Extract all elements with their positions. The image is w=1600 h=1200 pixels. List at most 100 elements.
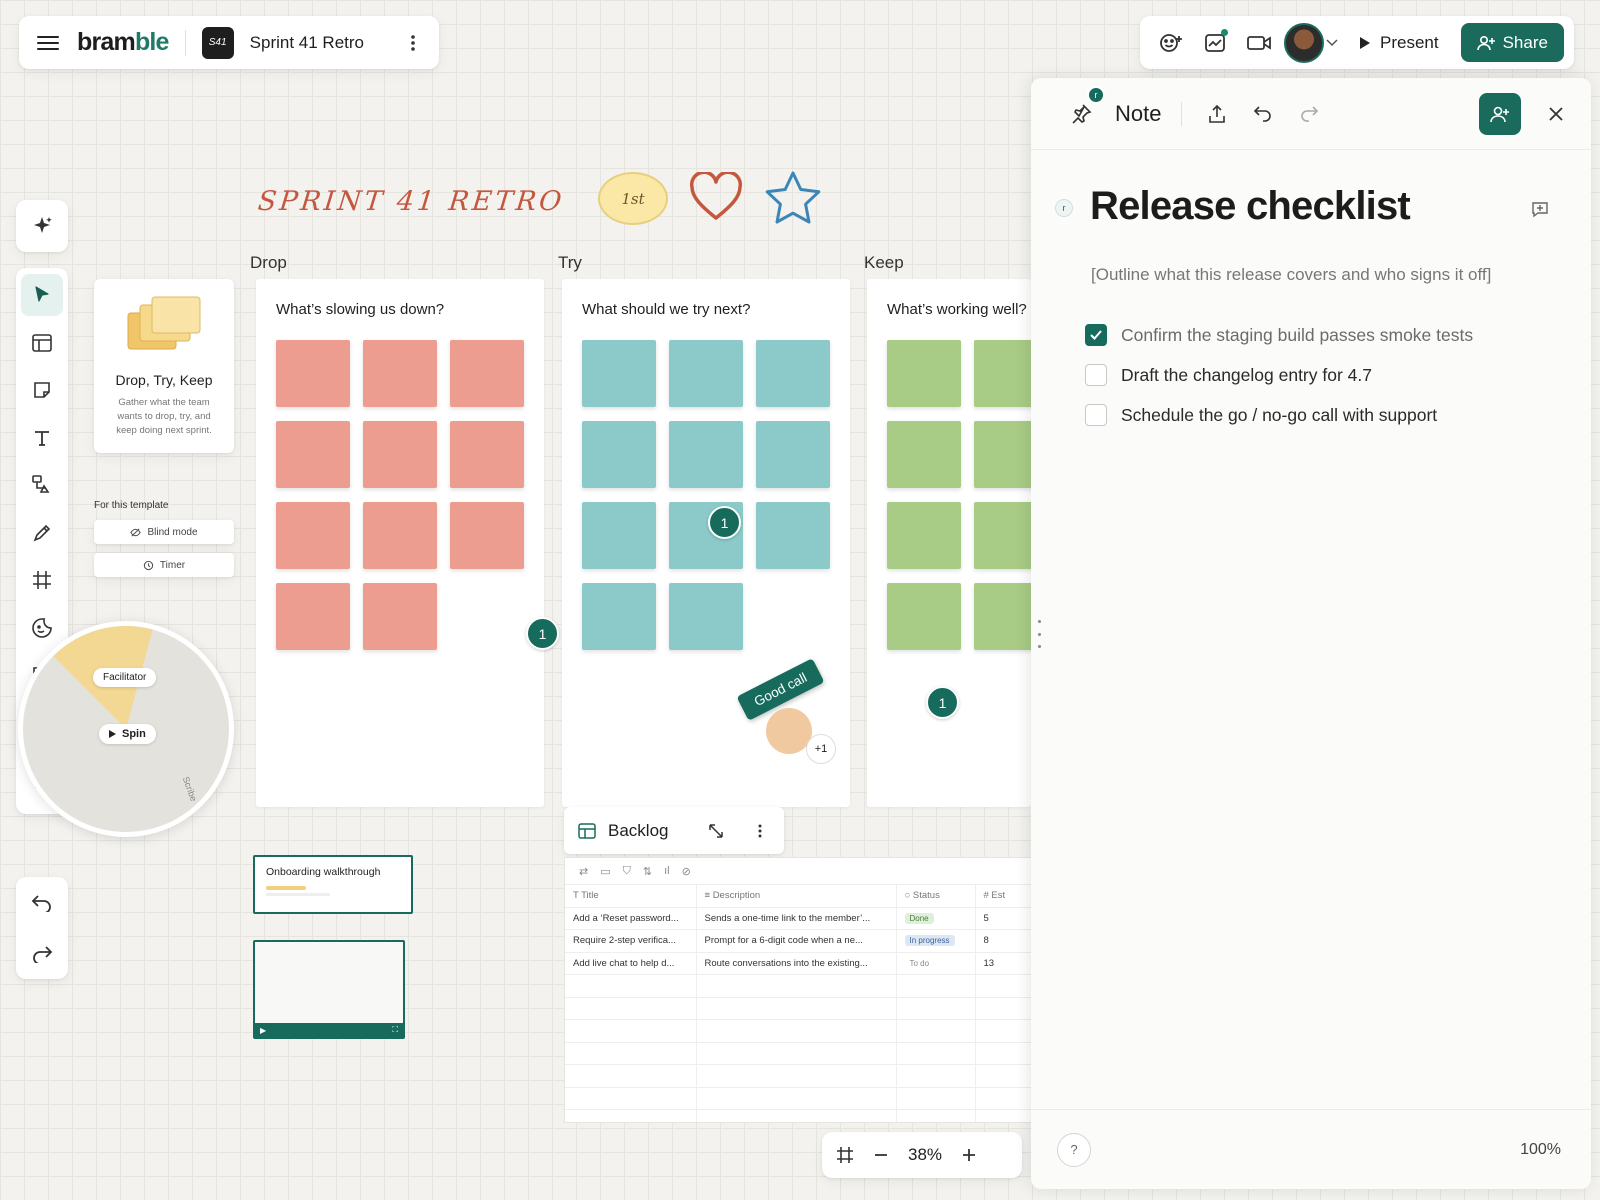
checkbox[interactable] [1085,404,1107,426]
empty-cell[interactable] [696,1019,897,1043]
play-icon[interactable]: ▶ [260,1026,266,1035]
role-spinner-wheel[interactable]: Facilitator Spin Scribe [18,621,234,837]
pen-tool[interactable] [21,512,63,554]
sticky-note[interactable] [756,502,830,569]
redo-icon[interactable] [1294,99,1324,129]
user-avatar-menu[interactable] [1284,22,1338,63]
sticky-note-tool[interactable] [21,369,63,411]
empty-cell[interactable] [896,1064,976,1088]
sticky-note[interactable] [582,502,656,569]
fullscreen-icon[interactable]: ⛶ [392,1025,398,1035]
sticky-note[interactable] [887,340,961,407]
sticky-note[interactable] [974,421,1031,488]
empty-cell[interactable] [896,1109,976,1122]
empty-cell[interactable] [975,997,1033,1020]
empty-cell[interactable] [696,1064,897,1088]
cell-title[interactable]: Add a ‘Reset password... [565,907,697,930]
zoom-out-icon[interactable] [874,1148,888,1162]
video-thumbnail[interactable]: ▶ ⛶ [253,940,405,1039]
empty-cell[interactable] [896,1019,976,1043]
sticky-note[interactable] [887,502,961,569]
empty-cell[interactable] [975,1064,1033,1088]
board-handwritten-title[interactable]: SPRINT 41 RETRO [256,186,566,217]
sticky-note[interactable] [582,340,656,407]
reactions-icon[interactable] [1152,24,1190,62]
present-button[interactable]: Present [1344,24,1455,62]
cell-status[interactable]: Done [896,907,976,930]
empty-cell[interactable] [975,974,1033,998]
table-row[interactable]: Add live chat to help d... Route conversa… [565,952,1033,975]
empty-cell[interactable] [696,1087,897,1110]
empty-table-row[interactable] [565,974,1033,998]
checklist-item[interactable]: Draft the changelog entry for 4.7 [1085,364,1372,386]
checkbox[interactable] [1085,364,1107,386]
activity-chart-icon[interactable] [1196,24,1234,62]
empty-cell[interactable] [565,1019,697,1043]
vote-badge[interactable]: 1 [926,686,959,719]
text-tool[interactable] [21,417,63,459]
cell-title[interactable]: Require 2-step verifica... [565,929,697,953]
sticky-note[interactable] [363,502,437,569]
sticky-note[interactable] [756,340,830,407]
column-keep[interactable]: What’s working well? [867,279,1031,807]
timer-button[interactable]: Timer [94,553,234,577]
column-header-estimate[interactable]: # Est [975,885,1033,908]
menu-icon[interactable] [33,28,63,58]
checklist-item[interactable]: Confirm the staging build passes smoke t… [1085,324,1473,346]
column-drop[interactable]: What’s slowing us down? [256,279,544,807]
sticky-note[interactable] [974,340,1031,407]
sticky-note[interactable] [276,583,350,650]
sort-icon[interactable]: ⇄ [579,865,588,878]
cell-description[interactable]: Route conversations into the existing... [696,952,897,975]
cell-status[interactable]: In progress [896,929,976,953]
cell-estimate[interactable]: 13 [975,952,1033,975]
sticky-note[interactable] [669,340,743,407]
column-header-status[interactable]: ○ Status [896,885,976,908]
fit-frame-icon[interactable] [836,1146,854,1164]
sticky-note[interactable] [582,583,656,650]
empty-cell[interactable] [896,1042,976,1065]
cell-estimate[interactable]: 5 [975,907,1033,930]
blind-mode-button[interactable]: Blind mode [94,520,234,544]
invite-collaborator-button[interactable] [1479,92,1521,135]
table-row[interactable]: Require 2-step verifica... Prompt for a 6… [565,929,1033,953]
sticky-note[interactable] [887,583,961,650]
empty-cell[interactable] [975,1087,1033,1110]
export-icon[interactable] [1202,99,1232,129]
zoom-in-icon[interactable] [962,1148,976,1162]
empty-cell[interactable] [896,974,976,998]
empty-table-row[interactable] [565,1087,1033,1110]
close-icon[interactable] [1541,99,1571,129]
note-zoom-level[interactable]: 100% [1520,1141,1561,1159]
cell-description[interactable]: Sends a one-time link to the member’... [696,907,897,930]
note-subtitle[interactable]: [Outline what this release covers and wh… [1091,265,1491,285]
empty-cell[interactable] [565,1042,697,1065]
cell-status[interactable]: To do [896,952,976,975]
undo-icon[interactable] [21,882,63,924]
empty-cell[interactable] [565,1087,697,1110]
frame-tool[interactable] [21,559,63,601]
templates-tool[interactable] [21,322,63,364]
sticky-note[interactable] [582,421,656,488]
empty-table-row[interactable] [565,1042,1033,1065]
column-header-title[interactable]: T Title [565,885,697,908]
vote-badge[interactable]: 1 [526,617,559,650]
select-tool[interactable] [21,274,63,316]
more-options-icon[interactable] [401,28,425,58]
note-title[interactable]: Release checklist [1090,184,1411,229]
sticky-note[interactable] [363,340,437,407]
more-options-icon[interactable] [750,819,770,843]
add-comment-icon[interactable] [1528,198,1552,222]
empty-cell[interactable] [696,997,897,1020]
empty-cell[interactable] [565,1064,697,1088]
zoom-level[interactable]: 38% [908,1145,942,1165]
backlog-table[interactable]: ⇄ ▭ ⛉ ⇅ ıl ⊘ T Title ≡ Description ○ Sta… [564,857,1034,1123]
sort-fields-icon[interactable]: ⇅ [643,865,652,878]
empty-cell[interactable] [565,974,697,998]
shapes-tool[interactable] [21,464,63,506]
vote-badge[interactable]: 1 [708,506,741,539]
undo-icon[interactable] [1248,99,1278,129]
heart-icon[interactable] [689,172,743,222]
star-icon[interactable] [764,170,822,226]
first-badge[interactable]: 1st [598,172,668,225]
